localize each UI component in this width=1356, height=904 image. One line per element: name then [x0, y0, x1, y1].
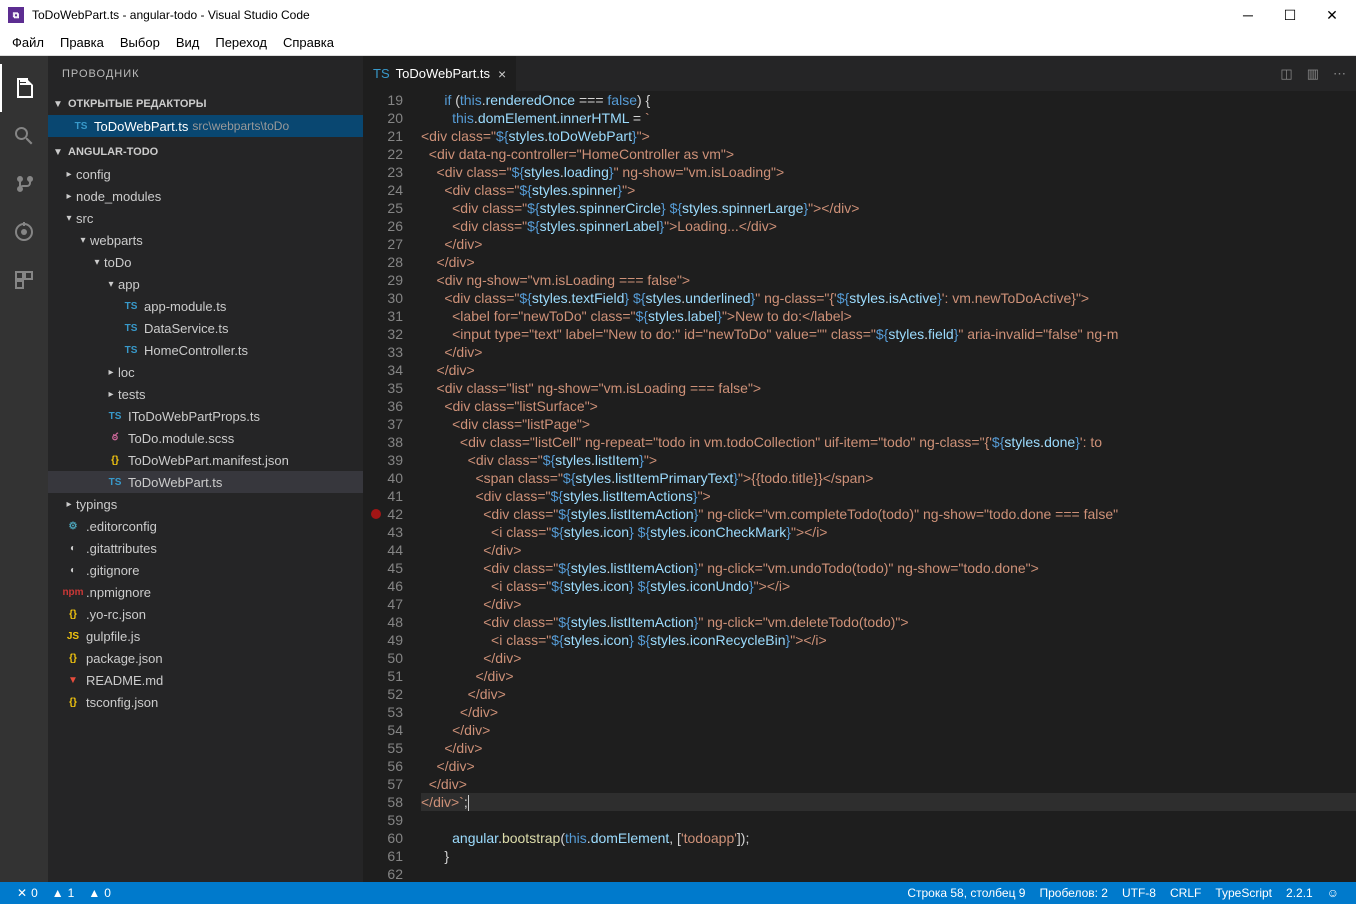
ts-icon: TS [106, 408, 124, 424]
file-gulpfile[interactable]: JSgulpfile.js [48, 625, 363, 647]
open-editors-label: ОТКРЫТЫЕ РЕДАКТОРЫ [68, 98, 207, 110]
file-editorconfig[interactable]: ⚙.editorconfig [48, 515, 363, 537]
tab-todowebpart[interactable]: TS ToDoWebPart.ts × [363, 56, 517, 91]
folder-loc[interactable]: ▸loc [48, 361, 363, 383]
editor-tabs: TS ToDoWebPart.ts × ◫ ▥ ⋯ [363, 56, 1356, 91]
more-actions-icon[interactable]: ⋯ [1333, 66, 1346, 82]
code-editor[interactable]: 1920212223242526272829303132333435363738… [363, 91, 1356, 882]
status-eol[interactable]: CRLF [1163, 886, 1208, 900]
json-icon: {} [64, 650, 82, 666]
sidebar: ПРОВОДНИК ▼ОТКРЫТЫЕ РЕДАКТОРЫ TS ToDoWeb… [48, 56, 363, 882]
title-bar: ⧉ ToDoWebPart.ts - angular-todo - Visual… [0, 0, 1356, 30]
line-numbers: 1920212223242526272829303132333435363738… [363, 91, 421, 882]
editorconfig-icon: ⚙ [64, 518, 82, 534]
project-label: ANGULAR-TODO [68, 146, 158, 158]
open-editors-header[interactable]: ▼ОТКРЫТЫЕ РЕДАКТОРЫ [48, 93, 363, 115]
close-button[interactable]: ✕ [1320, 7, 1344, 24]
maximize-button[interactable]: ☐ [1278, 7, 1302, 24]
search-icon[interactable] [0, 112, 48, 160]
layout-icon[interactable]: ▥ [1307, 66, 1319, 82]
status-errors[interactable]: ✕ 0 [10, 886, 45, 900]
file-package-json[interactable]: {}package.json [48, 647, 363, 669]
menu-go[interactable]: Переход [207, 32, 275, 53]
window-title: ToDoWebPart.ts - angular-todo - Visual S… [32, 8, 1236, 22]
js-icon: JS [64, 628, 82, 644]
status-feedback-icon[interactable]: ☺ [1320, 886, 1346, 900]
sidebar-title: ПРОВОДНИК [48, 56, 363, 91]
open-editor-path: src\webparts\toDo [192, 119, 289, 133]
ts-icon: TS [373, 66, 390, 81]
ts-icon: TS [72, 118, 90, 134]
file-todo-module-scss[interactable]: ఠToDo.module.scss [48, 427, 363, 449]
open-editor-name: ToDoWebPart.ts [94, 119, 188, 134]
json-icon: {} [106, 452, 124, 468]
status-spaces[interactable]: Пробелов: 2 [1032, 886, 1115, 900]
folder-tests[interactable]: ▸tests [48, 383, 363, 405]
folder-node-modules[interactable]: ▸node_modules [48, 185, 363, 207]
split-editor-icon[interactable]: ◫ [1280, 66, 1292, 82]
menu-help[interactable]: Справка [275, 32, 342, 53]
scss-icon: ఠ [106, 430, 124, 446]
tab-label: ToDoWebPart.ts [396, 66, 490, 81]
file-todowebpart[interactable]: TSToDoWebPart.ts [48, 471, 363, 493]
file-npmignore[interactable]: npm.npmignore [48, 581, 363, 603]
md-icon: ▼ [64, 672, 82, 688]
file-dataservice[interactable]: TSDataService.ts [48, 317, 363, 339]
source-control-icon[interactable] [0, 160, 48, 208]
menu-selection[interactable]: Выбор [112, 32, 168, 53]
file-itodowebpartprops[interactable]: TSIToDoWebPartProps.ts [48, 405, 363, 427]
file-homecontroller[interactable]: TSHomeController.ts [48, 339, 363, 361]
extensions-icon[interactable] [0, 256, 48, 304]
json-icon: {} [64, 694, 82, 710]
git-icon: ◐ [64, 540, 82, 556]
folder-typings[interactable]: ▸typings [48, 493, 363, 515]
folder-config[interactable]: ▸config [48, 163, 363, 185]
menu-edit[interactable]: Правка [52, 32, 112, 53]
status-bar: ✕ 0 ▲ 1 ▲ 0 Строка 58, столбец 9 Пробело… [0, 882, 1356, 904]
window-controls: ─ ☐ ✕ [1236, 7, 1344, 24]
folder-src[interactable]: ▾src [48, 207, 363, 229]
folder-app[interactable]: ▾app [48, 273, 363, 295]
file-app-module[interactable]: TSapp-module.ts [48, 295, 363, 317]
editor-area: TS ToDoWebPart.ts × ◫ ▥ ⋯ 19202122232425… [363, 56, 1356, 882]
file-tsconfig[interactable]: {}tsconfig.json [48, 691, 363, 713]
activity-bar [0, 56, 48, 882]
project-tree: ▼ANGULAR-TODO ▸config ▸node_modules ▾src… [48, 139, 363, 715]
npm-icon: npm [64, 584, 82, 600]
project-header[interactable]: ▼ANGULAR-TODO [48, 141, 363, 163]
file-readme[interactable]: ▼README.md [48, 669, 363, 691]
status-cursor[interactable]: Строка 58, столбец 9 [900, 886, 1032, 900]
ts-icon: TS [122, 320, 140, 336]
folder-webparts[interactable]: ▾webparts [48, 229, 363, 251]
folder-todo[interactable]: ▾toDo [48, 251, 363, 273]
menu-bar: Файл Правка Выбор Вид Переход Справка [0, 30, 1356, 56]
json-icon: {} [64, 606, 82, 622]
vscode-icon: ⧉ [8, 7, 24, 23]
ts-icon: TS [122, 342, 140, 358]
status-warnings[interactable]: ▲ 1 [45, 886, 82, 900]
tab-close-icon[interactable]: × [498, 66, 506, 82]
file-gitattributes[interactable]: ◐.gitattributes [48, 537, 363, 559]
open-editor-file[interactable]: TS ToDoWebPart.ts src\webparts\toDo [48, 115, 363, 137]
status-lang[interactable]: TypeScript [1208, 886, 1279, 900]
explorer-icon[interactable] [0, 64, 48, 112]
ts-icon: TS [106, 474, 124, 490]
file-gitignore[interactable]: ◐.gitignore [48, 559, 363, 581]
debug-icon[interactable] [0, 208, 48, 256]
ts-icon: TS [122, 298, 140, 314]
status-version[interactable]: 2.2.1 [1279, 886, 1320, 900]
editor-actions: ◫ ▥ ⋯ [1270, 56, 1356, 91]
status-encoding[interactable]: UTF-8 [1115, 886, 1163, 900]
menu-view[interactable]: Вид [168, 32, 208, 53]
file-yorc[interactable]: {}.yo-rc.json [48, 603, 363, 625]
file-manifest[interactable]: {}ToDoWebPart.manifest.json [48, 449, 363, 471]
code-content[interactable]: if (this.renderedOnce === false) { this.… [421, 91, 1356, 882]
status-info[interactable]: ▲ 0 [81, 886, 118, 900]
menu-file[interactable]: Файл [4, 32, 52, 53]
minimize-button[interactable]: ─ [1236, 7, 1260, 24]
git-icon: ◐ [64, 562, 82, 578]
